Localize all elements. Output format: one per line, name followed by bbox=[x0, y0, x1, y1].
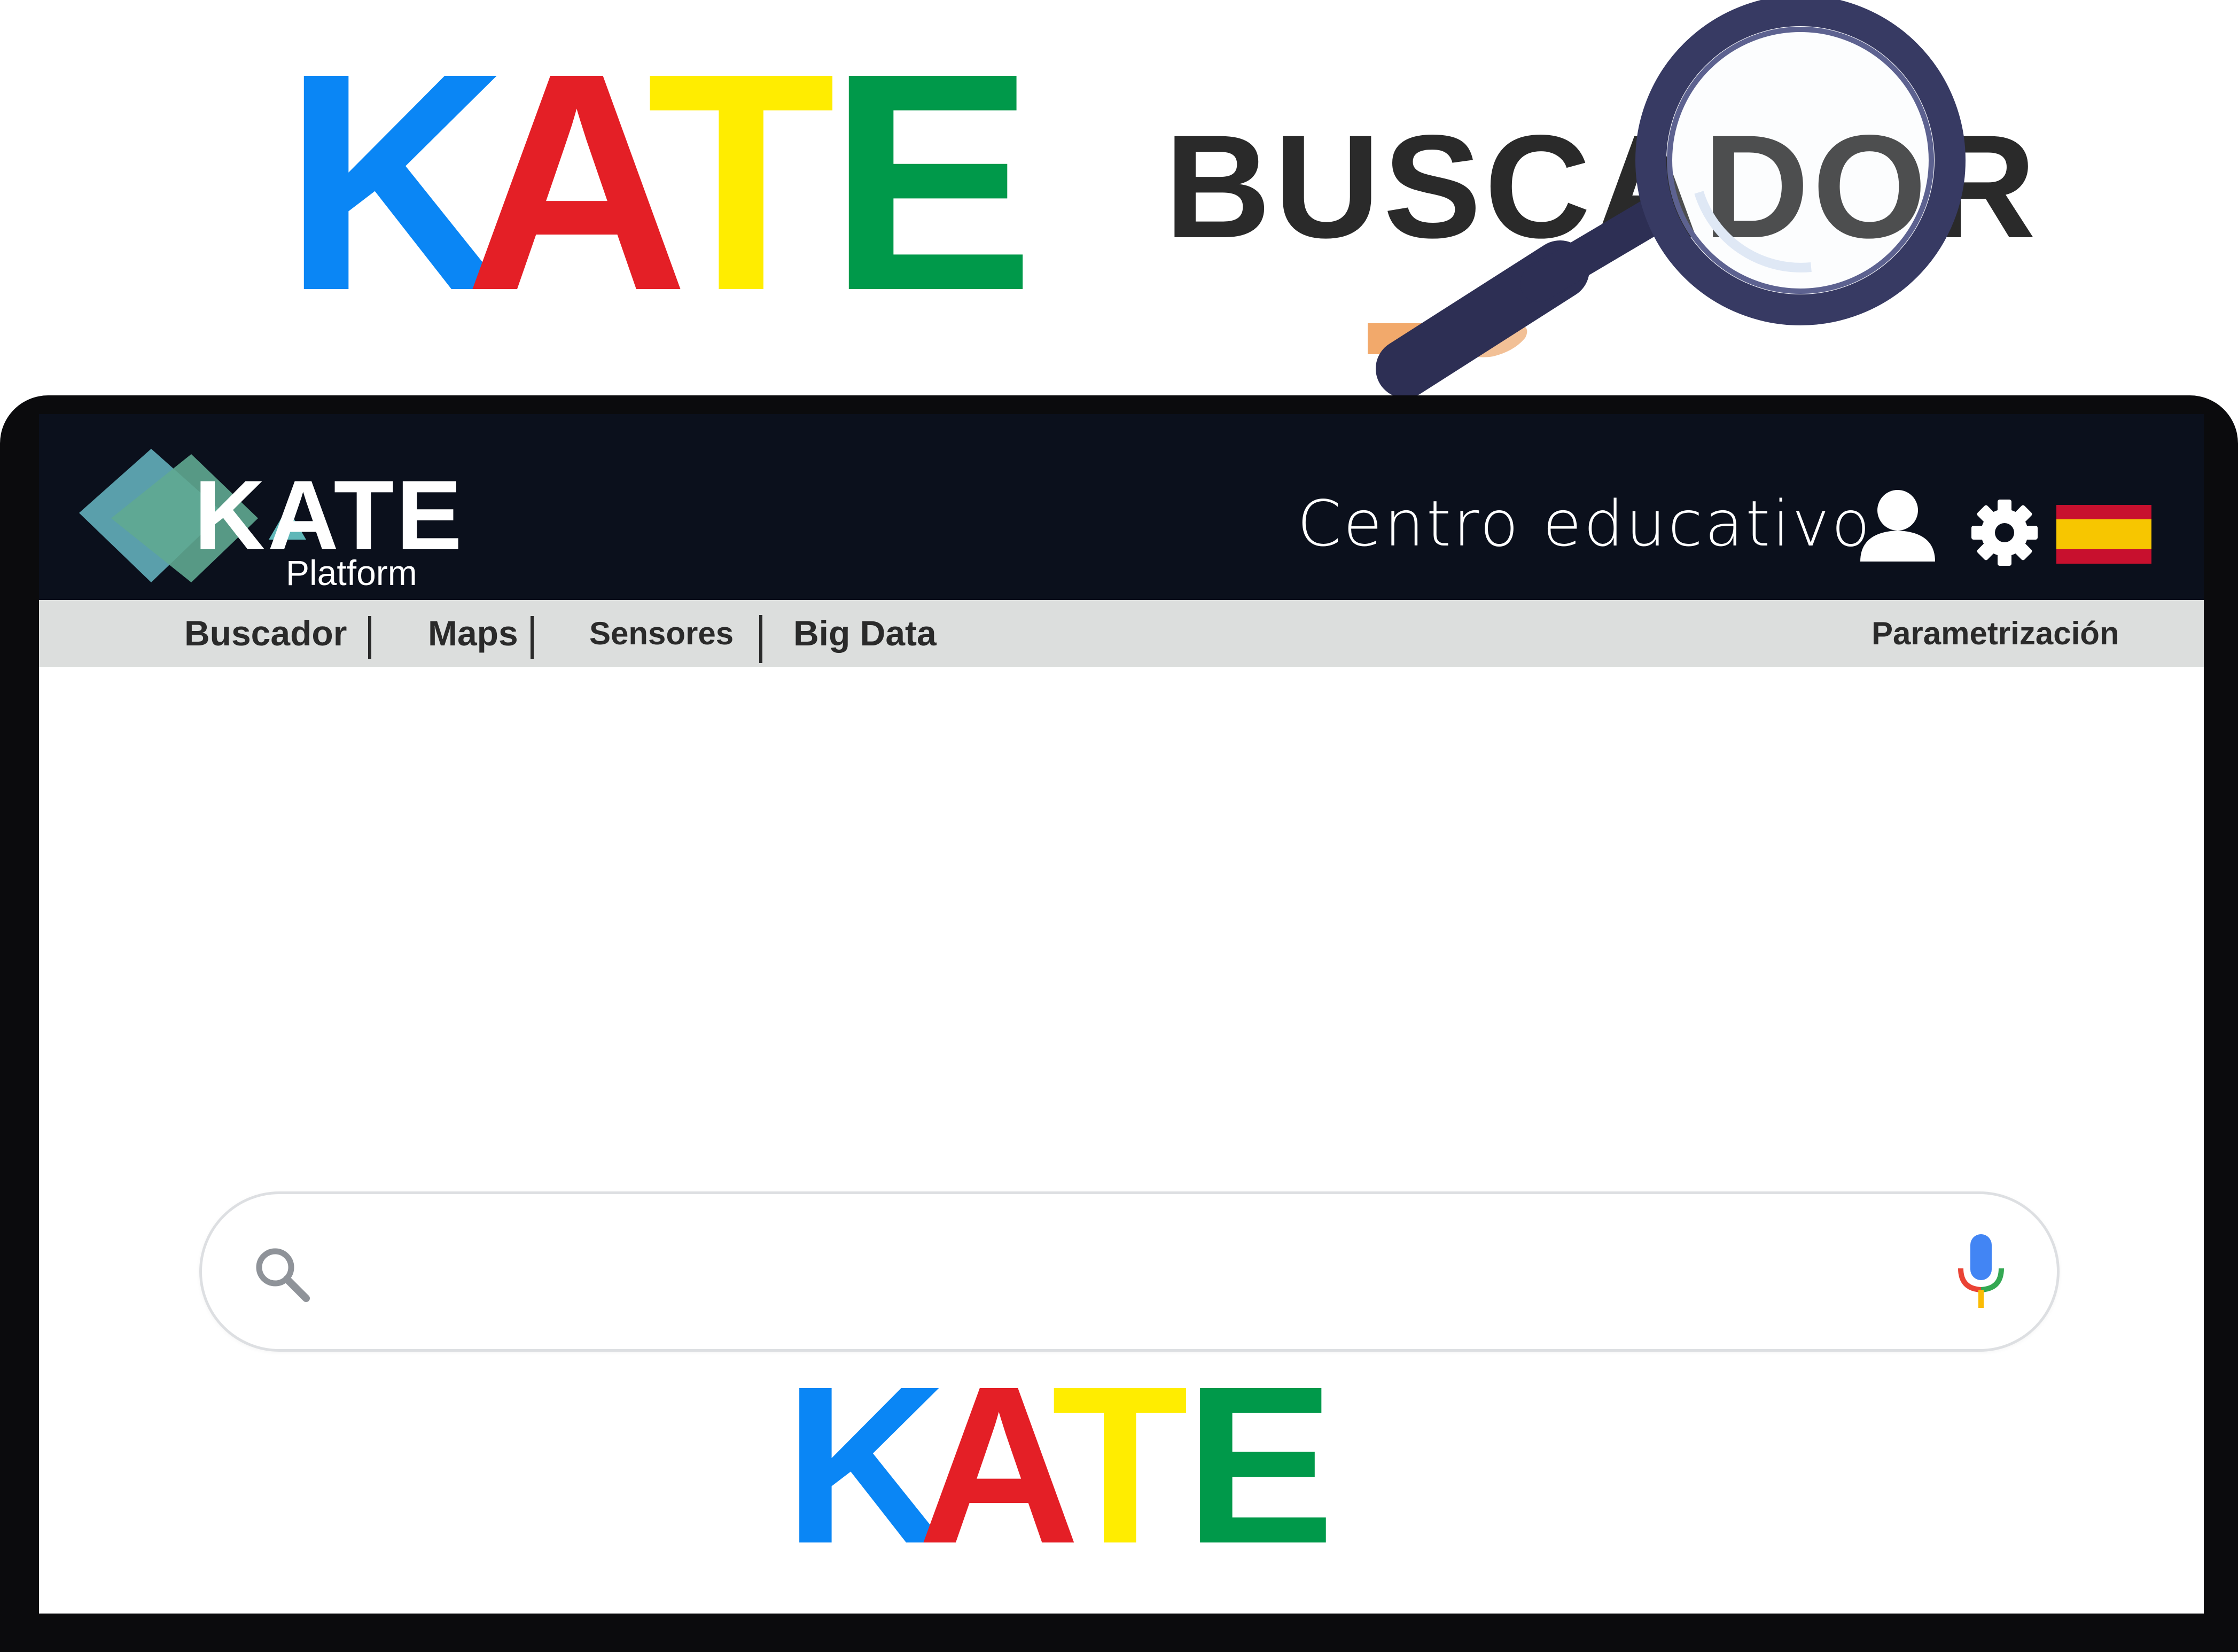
nav-item-parametrizacion[interactable]: Parametrización bbox=[1872, 600, 2119, 667]
search-box[interactable] bbox=[199, 1191, 2060, 1352]
logo-subtitle: Platform bbox=[286, 553, 417, 593]
nav-item-sensores[interactable]: Sensores bbox=[589, 600, 734, 667]
nav-separator bbox=[368, 616, 371, 659]
nav-separator bbox=[531, 616, 534, 659]
nav-item-buscador[interactable]: Buscador bbox=[184, 600, 347, 667]
logo-text: KATE bbox=[194, 461, 464, 571]
app-header: KATE Platform Centro educativo bbox=[39, 414, 2204, 600]
hero-kate-title: K A T E bbox=[283, 9, 1035, 355]
hero-letter-k: K bbox=[283, 9, 507, 355]
app-screen: KATE Platform Centro educativo Buscador … bbox=[39, 414, 2204, 1614]
gear-icon[interactable] bbox=[1970, 498, 2039, 567]
main-kate-logo: K A T E bbox=[784, 1340, 1335, 1591]
center-name: Centro educativo bbox=[1297, 487, 1873, 560]
nav-item-maps[interactable]: Maps bbox=[428, 600, 518, 667]
main-letter-a: A bbox=[918, 1340, 1080, 1591]
nav-separator bbox=[759, 615, 762, 663]
magnifier-hand-illustration bbox=[1368, 0, 1966, 398]
user-icon[interactable] bbox=[1858, 488, 1937, 563]
microphone-icon[interactable] bbox=[1954, 1234, 2008, 1314]
main-letter-k: K bbox=[784, 1340, 947, 1591]
search-input[interactable] bbox=[341, 1226, 1892, 1318]
main-letter-e: E bbox=[1185, 1340, 1335, 1591]
nav-item-big-data[interactable]: Big Data bbox=[793, 600, 937, 667]
nav-bar: Buscador Maps Sensores Big Data Parametr… bbox=[39, 600, 2204, 667]
hero-letter-a: A bbox=[465, 9, 689, 355]
spain-flag-icon[interactable] bbox=[2056, 505, 2151, 564]
hero-letter-t: T bbox=[646, 9, 836, 355]
search-icon[interactable] bbox=[253, 1245, 311, 1304]
hero-letter-e: E bbox=[828, 9, 1035, 355]
main-letter-t: T bbox=[1051, 1340, 1189, 1591]
